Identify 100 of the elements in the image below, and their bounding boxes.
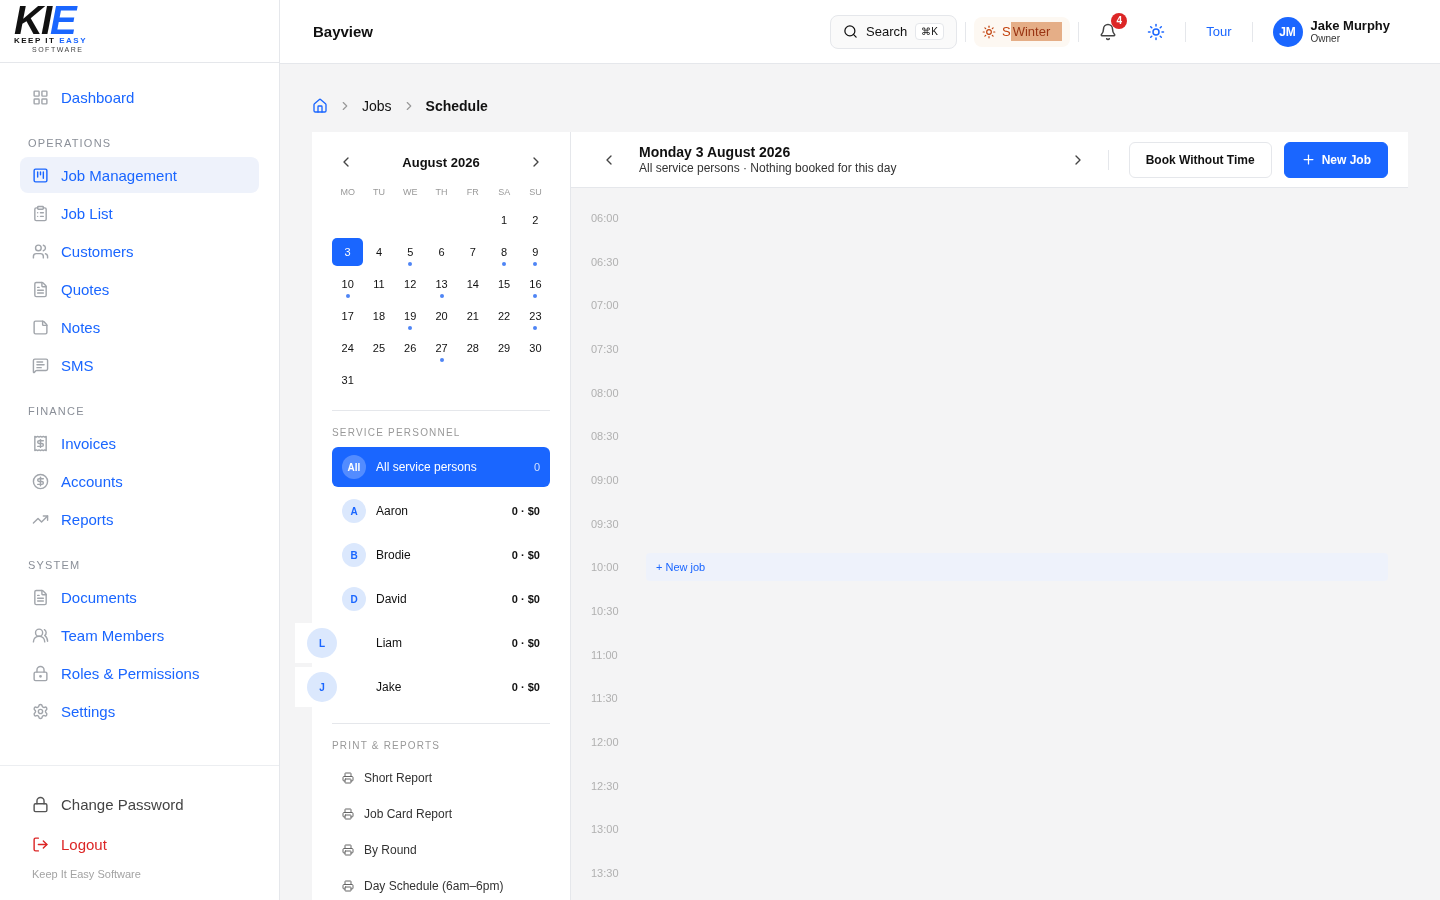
new-job-button[interactable]: New Job [1283,141,1388,178]
logout-link[interactable]: Logout [20,824,259,864]
calendar-day[interactable]: 31 [332,366,364,394]
calendar-day[interactable]: 15 [488,270,520,298]
calendar-day[interactable]: 2 [519,206,552,234]
nav-item[interactable]: Accounts [20,463,259,499]
calendar-day[interactable]: 17 [332,302,364,330]
weekday-label: TH [434,186,449,199]
personnel-item[interactable]: A Aaron 0 · $0 [332,491,550,531]
personnel-item[interactable]: D David 0 · $0 [332,579,550,619]
time-label: 10:00 [591,561,620,574]
lock-icon [32,664,49,682]
sun-icon [982,24,996,39]
lock-icon [32,795,49,813]
receipt-icon [32,434,49,452]
board-icon [32,166,49,184]
nav-item[interactable]: Dashboard [20,79,259,115]
copyright-text: Keep It Easy Software [31,867,142,882]
nav-item[interactable]: SMS [20,347,259,383]
calendar-day[interactable]: 11 [363,270,395,298]
time-label: 08:30 [591,430,620,443]
nav-item[interactable]: Documents [20,579,259,615]
calendar-day[interactable]: 6 [425,238,458,266]
nav-item[interactable]: Job Management [20,157,259,193]
clipboard-icon [32,204,49,222]
nav-item[interactable]: Team Members [20,617,259,653]
new-job-link[interactable]: + New job [656,561,706,574]
tour-link[interactable]: Tour [1206,24,1232,39]
calendar-day[interactable]: 19 [394,302,426,330]
calendar-day[interactable]: 5 [394,238,426,266]
report-link[interactable]: Short Report [332,760,550,796]
calendar-day[interactable]: 3 [332,238,364,266]
calendar-day[interactable]: 27 [425,334,458,362]
calendar-day[interactable]: 10 [332,270,364,298]
search-icon [843,24,859,39]
calendar-day[interactable]: 18 [363,302,395,330]
home-icon[interactable] [312,98,328,114]
breadcrumb-link[interactable]: Jobs [362,98,392,114]
sun-icon [1147,22,1166,41]
time-label: 09:00 [591,473,620,486]
time-slot[interactable]: + New job [646,553,1388,582]
calendar-day[interactable]: 25 [363,334,395,362]
nav-item[interactable]: Quotes [20,271,259,307]
calendar-day[interactable]: 21 [457,302,489,330]
section-title: FINANCE [28,405,86,417]
nav-item[interactable]: Reports [20,501,259,537]
time-label: 12:00 [591,736,620,749]
calendar-day[interactable]: 30 [519,334,552,362]
report-link[interactable]: By Round [332,832,550,868]
calendar-day[interactable]: 8 [488,238,520,266]
time-label: 07:30 [591,342,620,355]
calendar-day[interactable]: 28 [457,334,489,362]
calendar-day[interactable]: 23 [519,302,552,330]
calendar-day[interactable]: 26 [394,334,426,362]
season-label: Winter [1010,22,1063,41]
weekday-label: FR [465,186,480,199]
nav-item[interactable]: Change Password [20,784,259,824]
section-title: SERVICE PERSONNEL [332,427,462,438]
personnel-item[interactable]: B Brodie 0 · $0 [332,535,550,575]
document-icon [32,280,49,298]
calendar-day[interactable]: 24 [332,334,364,362]
breadcrumb-link[interactable]: Schedule [425,98,488,114]
nav-item[interactable]: Customers [20,233,259,269]
report-link[interactable]: Job Card Report [332,796,550,832]
search-button[interactable]: Search ⌘K [830,14,957,49]
notifications-button[interactable]: 4 [1095,12,1128,45]
calendar-day[interactable]: 13 [425,270,458,298]
nav-item[interactable]: Job List [20,195,259,231]
time-label: 06:00 [591,211,620,224]
time-label: 11:30 [591,692,619,705]
schedule-summary: All service persons · Nothing booked for this day [639,161,898,175]
printer-icon [342,880,354,892]
calendar-day[interactable]: 1 [488,206,520,234]
nav-item[interactable]: Invoices [20,425,259,461]
nav-item[interactable]: Settings [20,693,259,729]
notification-count: 4 [1111,12,1128,29]
season-badge[interactable]: S Winter [974,16,1071,47]
month-title: August 2026 [402,154,480,170]
document-icon [32,588,49,606]
calendar-day[interactable]: 16 [519,270,552,298]
page-title: Bayview [313,23,375,40]
plus-icon [1300,152,1316,167]
calendar-day[interactable]: 4 [363,238,395,266]
user-role: Owner [1310,33,1341,44]
users-icon [32,626,49,644]
calendar-day[interactable]: 29 [488,334,520,362]
calendar-day[interactable]: 22 [488,302,520,330]
book-without-time-button[interactable]: Book Without Time [1128,141,1272,178]
calendar-day[interactable]: 12 [394,270,426,298]
person-avatar: A [342,499,366,523]
calendar-day[interactable]: 9 [519,238,552,266]
personnel-item[interactable]: All All service persons 0 [332,447,550,487]
user-avatar[interactable]: JM [1272,16,1303,47]
nav-item[interactable]: Roles & Permissions [20,655,259,691]
nav-item[interactable]: Notes [20,309,259,345]
calendar-day[interactable]: 14 [457,270,489,298]
calendar-day[interactable]: 7 [457,238,489,266]
report-link[interactable]: Day Schedule (6am–6pm) [332,868,550,900]
job-count: 0 · $0 [511,505,540,517]
calendar-day[interactable]: 20 [425,302,458,330]
